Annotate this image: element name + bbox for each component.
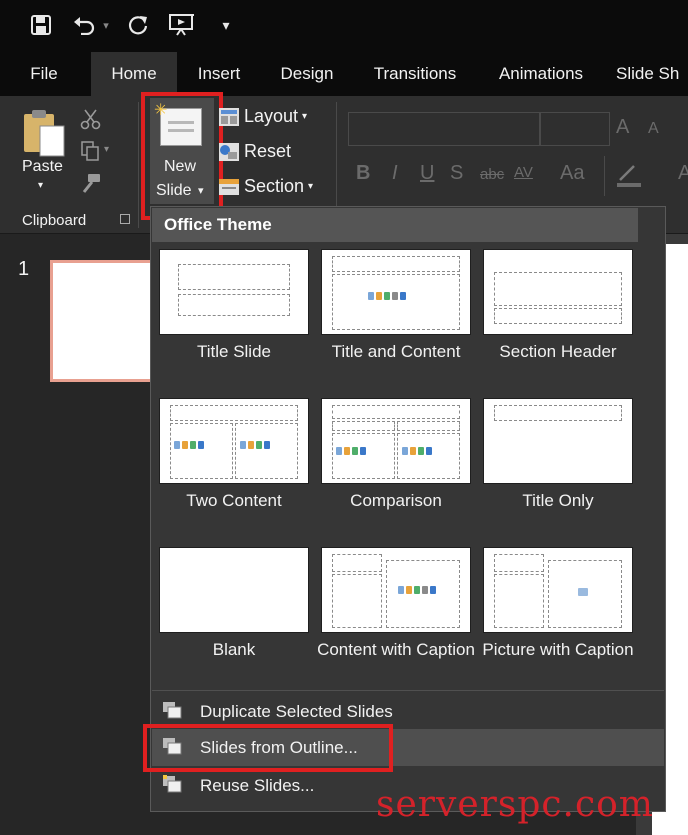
quick-access-toolbar: ▾ ▾ [0, 0, 688, 52]
tab-insert[interactable]: Insert [188, 52, 250, 96]
new-slide-label-line2: Slide [156, 182, 192, 199]
slides-from-outline-item[interactable]: Slides from Outline... [152, 729, 664, 766]
new-slide-dropdown: Office Theme Title Slide Title and Conte… [150, 206, 666, 812]
duplicate-selected-slides-item[interactable]: Duplicate Selected Slides [152, 693, 664, 730]
copy-icon[interactable] [80, 140, 102, 167]
section-dropdown-icon: ▾ [308, 181, 314, 192]
layout-thumbnail [321, 547, 471, 633]
layout-thumbnail [159, 249, 309, 335]
layout-thumbnail [483, 398, 633, 484]
layout-thumbnail [321, 398, 471, 484]
layout-icon [219, 107, 239, 126]
slides-from-outline-icon [163, 738, 182, 755]
menu-item-label: Slides from Outline... [200, 738, 358, 757]
slide-thumbnail-1[interactable] [50, 260, 154, 382]
new-slide-star-icon: ✳ [154, 102, 168, 119]
tab-home[interactable]: Home [91, 52, 177, 96]
office-theme-header: Office Theme [152, 208, 638, 242]
section-label: Section [244, 176, 305, 196]
font-name-box[interactable] [348, 112, 540, 146]
underline-button[interactable]: U [420, 162, 434, 185]
layout-name: Title and Content [331, 342, 461, 361]
layout-name: Picture with Caption [482, 640, 634, 659]
text-shadow-button[interactable]: S [450, 162, 463, 185]
layout-section-header[interactable]: Section Header [483, 249, 633, 369]
layout-thumbnail [483, 249, 633, 335]
layout-label: Layout [244, 106, 299, 126]
tab-animations[interactable]: Animations [486, 52, 596, 96]
paste-button[interactable]: Paste [22, 158, 63, 176]
ribbon-tabs: File Home Insert Design Transitions Anim… [0, 52, 688, 96]
layout-title-only[interactable]: Title Only [483, 398, 633, 518]
redo-icon[interactable] [124, 10, 152, 40]
layout-name: Two Content [186, 491, 282, 510]
cut-icon[interactable] [80, 108, 102, 135]
group-separator [138, 102, 139, 228]
clipboard-launcher-icon[interactable] [120, 214, 130, 224]
slide-number: 1 [18, 258, 30, 280]
layout-button[interactable]: Layout ▾ [218, 106, 307, 127]
slide-thumbnails-pane: 1 [0, 234, 154, 835]
picture-placeholder-icon [578, 588, 588, 596]
tab-slide-show[interactable]: Slide Sh [616, 52, 688, 96]
layout-content-with-caption[interactable]: Content with Caption [317, 547, 475, 687]
font-more-icon[interactable]: A [678, 162, 688, 185]
layout-thumbnail [159, 398, 309, 484]
layout-name: Title Slide [196, 342, 271, 361]
menu-item-label: Duplicate Selected Slides [200, 702, 393, 721]
change-case-button[interactable]: Aa [560, 162, 584, 185]
paste-dropdown-icon[interactable]: ▾ [38, 180, 43, 191]
clipboard-group-label: Clipboard [22, 212, 87, 229]
group-separator [604, 156, 605, 196]
layout-name: Title Only [522, 491, 594, 510]
save-icon[interactable] [28, 10, 54, 40]
tab-file[interactable]: File [18, 52, 70, 96]
undo-icon[interactable] [70, 10, 98, 40]
reset-icon [219, 142, 239, 161]
new-slide-label-line1: New [164, 158, 197, 175]
tab-transitions[interactable]: Transitions [364, 52, 466, 96]
layout-name: Section Header [499, 342, 617, 361]
strikethrough-button[interactable]: abc [480, 166, 504, 183]
new-slide-dropdown-icon: ▾ [198, 185, 204, 197]
layout-name: Blank [212, 640, 256, 659]
character-spacing-button[interactable]: AV [514, 164, 533, 181]
new-slide-button[interactable]: ✳ New Slide ▾ [150, 98, 214, 204]
start-from-beginning-icon[interactable] [166, 10, 198, 40]
duplicate-slides-icon [163, 702, 182, 719]
menu-separator [152, 690, 664, 691]
menu-item-label: Reuse Slides... [200, 776, 315, 795]
copy-dropdown-icon[interactable]: ▾ [104, 144, 109, 155]
layout-two-content[interactable]: Two Content [159, 398, 309, 518]
reuse-slides-icon [163, 775, 182, 793]
layout-thumbnail [483, 547, 633, 633]
italic-button[interactable]: I [392, 162, 398, 185]
layout-thumbnail [321, 249, 471, 335]
layout-picture-with-caption[interactable]: Picture with Caption [482, 547, 634, 687]
undo-dropdown-icon[interactable]: ▾ [98, 10, 114, 40]
paste-icon[interactable] [20, 108, 68, 160]
layout-thumbnail [159, 547, 309, 633]
layout-blank[interactable]: Blank [159, 547, 309, 687]
watermark: serverspc.com [376, 784, 654, 825]
customize-qat-icon[interactable]: ▾ [218, 10, 234, 40]
layout-name: Content with Caption [317, 640, 475, 659]
font-size-box[interactable] [540, 112, 610, 146]
bold-button[interactable]: B [356, 162, 370, 185]
format-painter-icon[interactable] [80, 172, 102, 199]
tab-design[interactable]: Design [271, 52, 343, 96]
content-placeholder-icons [368, 292, 406, 300]
reset-label: Reset [244, 141, 292, 161]
decrease-font-size-icon[interactable]: A [648, 120, 659, 138]
layout-dropdown-icon: ▾ [302, 111, 308, 122]
layout-title-and-content[interactable]: Title and Content [321, 249, 471, 369]
layout-comparison[interactable]: Comparison [321, 398, 471, 518]
layout-title-slide[interactable]: Title Slide [159, 249, 309, 369]
font-color-icon[interactable] [616, 162, 644, 193]
reset-button[interactable]: Reset [218, 141, 291, 162]
increase-font-size-icon[interactable]: A [616, 116, 629, 139]
layout-name: Comparison [350, 491, 442, 510]
section-icon [219, 178, 239, 195]
section-button[interactable]: Section ▾ [218, 176, 313, 197]
